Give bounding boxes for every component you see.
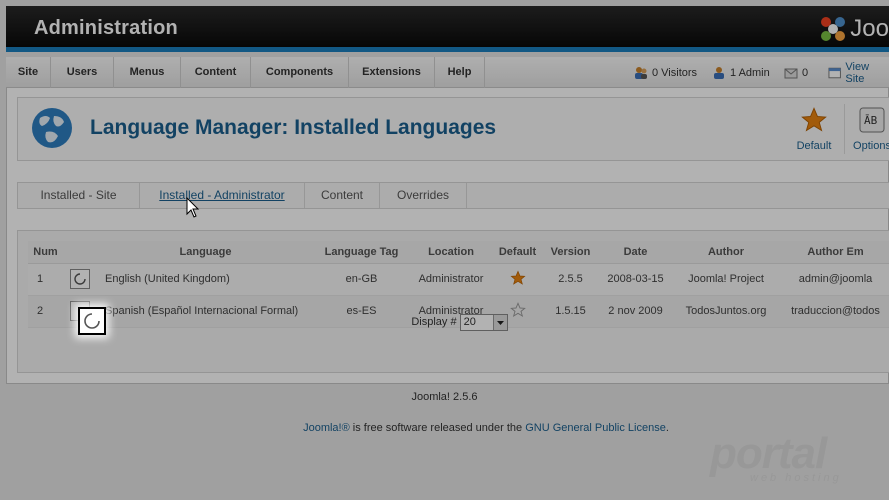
options-icon: ĀB — [859, 107, 885, 133]
loading-spinner-icon — [84, 313, 100, 329]
row-tag: en-GB — [314, 263, 409, 296]
pagination-footer: Display # 20 — [28, 307, 889, 337]
admin-title: Administration — [34, 17, 178, 39]
col-location[interactable]: Location — [409, 241, 493, 264]
tab-content[interactable]: Content — [305, 183, 380, 208]
row-location: Administrator — [409, 263, 493, 296]
language-tabs: Installed - Site Installed - Administrat… — [17, 182, 889, 209]
admin-user-icon — [714, 66, 724, 79]
cursor-arrow-icon — [186, 196, 200, 218]
joomla-logo[interactable]: Joo — [818, 12, 889, 46]
col-default[interactable]: Default — [493, 241, 542, 264]
row-email: admin@joomla — [780, 263, 889, 296]
tab-overrides[interactable]: Overrides — [380, 183, 467, 208]
main-menu: Site Users Menus Content Components Exte… — [6, 57, 889, 88]
table-header-row: Num Language Language Tag Location Defau… — [28, 241, 889, 264]
chevron-down-icon — [492, 314, 507, 330]
menu-content[interactable]: Content — [181, 57, 251, 88]
messages-count: 0 — [802, 66, 809, 79]
joomla-link[interactable]: Joomla!® — [303, 422, 350, 434]
col-author[interactable]: Author — [672, 241, 780, 264]
logo-text: Joo — [850, 15, 889, 42]
portal-watermark: portal web hosting — [710, 432, 860, 492]
default-label: Default — [796, 140, 832, 152]
row-version: 2.5.5 — [542, 263, 599, 296]
row-author: Joomla! Project — [672, 263, 780, 296]
mouse-cursor — [186, 196, 200, 222]
col-language-tag[interactable]: Language Tag — [314, 241, 409, 264]
default-button[interactable]: Default — [794, 106, 834, 152]
row-select-cell — [63, 263, 97, 296]
display-limit-select[interactable]: 20 — [459, 313, 508, 331]
row-language: English (United Kingdom) — [97, 263, 314, 296]
menu-menus[interactable]: Menus — [114, 57, 181, 88]
view-site-label: View Site — [845, 60, 870, 85]
display-limit-value: 20 — [463, 315, 476, 328]
gpl-link[interactable]: GNU General Public License — [525, 422, 666, 434]
svg-text:ĀB: ĀB — [864, 114, 878, 127]
options-button[interactable]: ĀB Options — [852, 106, 889, 152]
menu-site[interactable]: Site — [6, 57, 51, 88]
display-label: Display # — [411, 316, 457, 328]
col-date[interactable]: Date — [599, 241, 672, 264]
tab-installed-site[interactable]: Installed - Site — [18, 183, 140, 208]
col-version[interactable]: Version — [542, 241, 599, 264]
row-num: 1 — [28, 263, 63, 296]
language-table-wrap: Num Language Language Tag Location Defau… — [17, 230, 889, 373]
visitors-status[interactable]: 0 Visitors — [634, 57, 697, 88]
default-star-icon — [509, 269, 526, 285]
watermark-brand: portal — [710, 429, 827, 478]
visitors-count: 0 Visitors — [652, 66, 698, 79]
admins-status[interactable]: 1 Admin — [712, 57, 770, 88]
toolbar: Language Manager: Installed Languages De… — [17, 97, 889, 161]
toolbar-separator — [844, 104, 845, 154]
view-site-icon — [828, 67, 841, 78]
joomla-logo-icon — [821, 17, 846, 41]
messages-status[interactable]: 0 — [784, 57, 808, 88]
col-select — [63, 241, 97, 264]
license-text: is free software released under the — [349, 422, 526, 434]
tab-installed-administrator[interactable]: Installed - Administrator — [140, 183, 305, 208]
messages-icon — [784, 68, 798, 78]
admins-count: 1 Admin — [730, 66, 770, 79]
menu-users[interactable]: Users — [51, 57, 114, 88]
menu-extensions[interactable]: Extensions — [349, 57, 435, 88]
loading-spinner-icon — [74, 273, 86, 285]
menu-components[interactable]: Components — [251, 57, 349, 88]
highlighted-radio[interactable] — [78, 307, 106, 335]
page-title: Language Manager: Installed Languages — [90, 116, 497, 139]
menu-help[interactable]: Help — [435, 57, 485, 88]
license-end: . — [665, 422, 669, 434]
table-row: 1 English (United Kingdom) en-GB Adminis… — [28, 263, 889, 296]
visitors-icon — [635, 66, 647, 79]
globe-icon — [32, 108, 72, 148]
version-info: Joomla! 2.5.6 — [411, 391, 478, 403]
row-date: 2008-03-15 — [599, 263, 672, 296]
content-area: Language Manager: Installed Languages De… — [6, 88, 889, 384]
options-label: Options — [853, 140, 889, 152]
row-radio[interactable] — [70, 269, 90, 289]
col-language[interactable]: Language — [97, 241, 314, 264]
admin-header: Administration Joo — [6, 6, 889, 52]
col-author-email[interactable]: Author Em — [780, 241, 889, 264]
watermark-sub: web hosting — [750, 472, 842, 484]
col-num[interactable]: Num — [28, 241, 63, 264]
view-site-link[interactable]: View Site — [828, 57, 889, 88]
star-icon — [801, 107, 827, 132]
row-default[interactable] — [493, 263, 542, 296]
